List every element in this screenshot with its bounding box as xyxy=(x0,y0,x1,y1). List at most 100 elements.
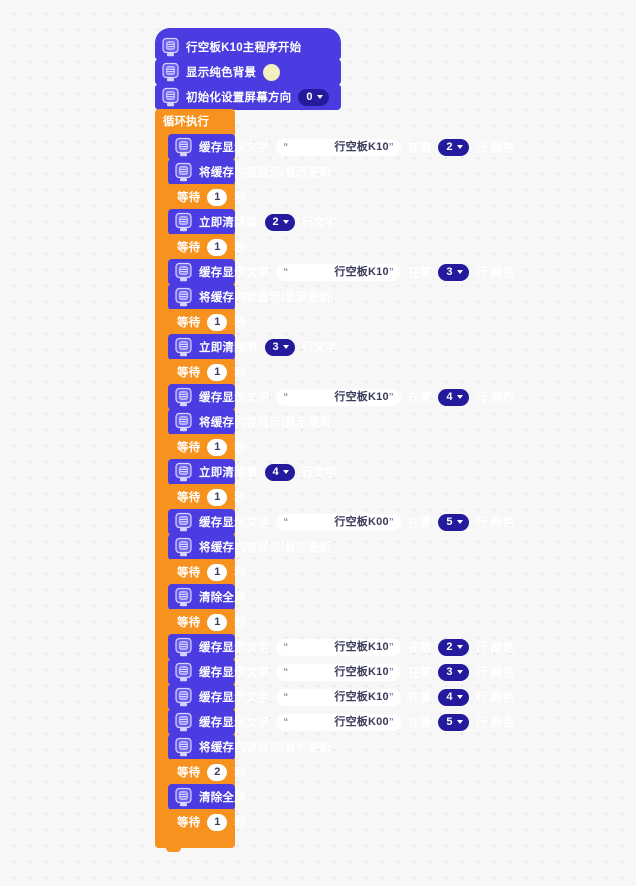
seconds-input[interactable]: 1 xyxy=(207,188,228,206)
block-refresh-display[interactable]: 将缓存内容显示/显示更新 xyxy=(168,284,331,314)
block-cache-display-text[interactable]: 缓存显示文字 “ 行空板K10” 在第 2 行 颜色 xyxy=(168,634,514,664)
line-number-dropdown[interactable]: 2 xyxy=(438,638,469,656)
loop-header[interactable]: 循环执行 xyxy=(155,109,251,137)
dropdown-value: 5 xyxy=(446,515,453,528)
block-label: 缓存显示文字 xyxy=(199,267,270,279)
block-label: 等待 xyxy=(177,817,201,829)
line-number-dropdown[interactable]: 3 xyxy=(264,338,295,356)
block-wait-seconds[interactable]: 等待 1 秒 xyxy=(168,234,246,264)
block-cache-display-text[interactable]: 缓存显示文字 “ 行空板K00” 在第 5 行 颜色 xyxy=(168,709,514,739)
block-clear-line[interactable]: 立即清除第 2 行文字 xyxy=(168,209,337,239)
close-quote: ” xyxy=(388,141,394,153)
block-refresh-display[interactable]: 将缓存内容显示/显示更新 xyxy=(168,409,331,439)
block-show-solid-background[interactable]: 显示纯色背景 xyxy=(155,59,341,89)
open-quote: “ xyxy=(283,666,289,678)
block-refresh-display[interactable]: 将缓存内容显示/显示更新 xyxy=(168,534,331,564)
board-k10-icon xyxy=(175,687,192,706)
seconds-input[interactable]: 1 xyxy=(207,488,228,506)
block-label: 等待 xyxy=(177,242,201,254)
dropdown-value: 3 xyxy=(272,340,279,353)
board-k10-icon xyxy=(175,412,192,431)
chevron-down-icon xyxy=(282,470,289,474)
block-wait-seconds[interactable]: 等待 1 秒 xyxy=(168,609,246,639)
line-number-dropdown[interactable]: 4 xyxy=(438,688,469,706)
block-cache-display-text[interactable]: 缓存显示文字 “ 行空板K10” 在第 4 行 颜色 xyxy=(168,684,514,714)
text-input[interactable]: “ 行空板K10” xyxy=(276,663,401,681)
block-label: 缓存显示文字 xyxy=(199,717,270,729)
board-k10-icon xyxy=(175,712,192,731)
board-k10-icon xyxy=(175,162,192,181)
text-input[interactable]: “ 行空板K10” xyxy=(276,388,401,406)
line-number-dropdown[interactable]: 4 xyxy=(438,388,469,406)
text-input[interactable]: “ 行空板K00” xyxy=(276,713,401,731)
input-value: 行空板K00 xyxy=(334,515,389,528)
block-init-screen-orientation[interactable]: 初始化设置屏幕方向 0 xyxy=(155,84,341,114)
block-cache-display-text[interactable]: 缓存显示文字 “ 行空板K10” 在第 3 行 颜色 xyxy=(168,259,514,289)
seconds-input[interactable]: 1 xyxy=(207,563,228,581)
block-label-mid: 在第 xyxy=(408,142,432,154)
board-k10-icon xyxy=(175,787,192,806)
line-number-dropdown[interactable]: 5 xyxy=(438,713,469,731)
block-label: 缓存显示文字 xyxy=(199,642,270,654)
block-label: 等待 xyxy=(177,367,201,379)
block-wait-seconds[interactable]: 等待 1 秒 xyxy=(168,559,246,589)
input-value: 行空板K10 xyxy=(334,690,389,703)
text-input[interactable]: “ 行空板K10” xyxy=(276,688,401,706)
seconds-input[interactable]: 1 xyxy=(207,238,228,256)
input-value: 行空板K10 xyxy=(334,265,389,278)
block-clear-fullscreen[interactable]: 清除全屏 xyxy=(168,784,246,814)
block-wait-seconds[interactable]: 等待 1 秒 xyxy=(168,359,246,389)
block-program-start[interactable]: 行空板K10主程序开始 xyxy=(155,28,341,64)
seconds-input[interactable]: 1 xyxy=(207,438,228,456)
block-wait-seconds[interactable]: 等待 2 秒 xyxy=(168,759,246,789)
seconds-input[interactable]: 1 xyxy=(207,363,228,381)
board-k10-icon xyxy=(175,737,192,756)
block-label: 将缓存内容显示/显示更新 xyxy=(199,292,332,304)
block-cache-display-text[interactable]: 缓存显示文字 “ 行空板K10” 在第 3 行 颜色 xyxy=(168,659,514,689)
block-cache-display-text[interactable]: 缓存显示文字 “ 行空板K00” 在第 5 行 颜色 xyxy=(168,509,514,539)
seconds-input[interactable]: 2 xyxy=(207,763,228,781)
block-forever-loop[interactable]: 循环执行 缓存显示文字 “行空板K10” 在第 2 行 颜色 将缓存内容显示/显示更新等… xyxy=(155,109,514,852)
block-cache-display-text[interactable]: 缓存显示文字 “ 行空板K10” 在第 4 行 颜色 xyxy=(168,384,514,414)
block-label-suffix: 秒 xyxy=(234,367,247,379)
block-cache-display-text[interactable]: 缓存显示文字 “ 行空板K10” 在第 2 行 颜色 xyxy=(168,134,514,164)
block-wait-seconds[interactable]: 等待 1 秒 xyxy=(168,809,246,839)
block-clear-fullscreen[interactable]: 清除全屏 xyxy=(168,584,246,614)
block-wait-seconds[interactable]: 等待 1 秒 xyxy=(168,309,246,339)
block-label: 缓存显示文字 xyxy=(199,517,270,529)
line-number-dropdown[interactable]: 2 xyxy=(264,213,295,231)
color-swatch[interactable] xyxy=(263,63,281,81)
seconds-input[interactable]: 1 xyxy=(207,613,228,631)
dropdown-value: 5 xyxy=(446,715,453,728)
blockly-workspace[interactable]: 行空板K10主程序开始 显示纯色背景 初始化设置屏幕方向 0 循环执行 缓存显示… xyxy=(0,0,636,886)
close-quote: ” xyxy=(388,666,394,678)
block-label-suffix: 秒 xyxy=(234,242,247,254)
orientation-dropdown[interactable]: 0 xyxy=(298,88,329,106)
seconds-input[interactable]: 1 xyxy=(207,313,228,331)
line-number-dropdown[interactable]: 3 xyxy=(438,263,469,281)
chevron-down-icon xyxy=(456,270,463,274)
block-wait-seconds[interactable]: 等待 1 秒 xyxy=(168,484,246,514)
block-refresh-display[interactable]: 将缓存内容显示/显示更新 xyxy=(168,734,331,764)
line-number-dropdown[interactable]: 2 xyxy=(438,138,469,156)
block-clear-line[interactable]: 立即清除第 4 行文字 xyxy=(168,459,337,489)
line-number-dropdown[interactable]: 3 xyxy=(438,663,469,681)
chevron-down-icon xyxy=(456,520,463,524)
text-input[interactable]: “ 行空板K00” xyxy=(276,513,401,531)
dropdown-value: 4 xyxy=(446,690,453,703)
seconds-input[interactable]: 1 xyxy=(207,813,228,831)
block-label: 等待 xyxy=(177,767,201,779)
line-number-dropdown[interactable]: 5 xyxy=(438,513,469,531)
block-label-suffix: 行文字 xyxy=(301,342,337,354)
block-clear-line[interactable]: 立即清除第 3 行文字 xyxy=(168,334,337,364)
block-refresh-display[interactable]: 将缓存内容显示/显示更新 xyxy=(168,159,331,189)
board-k10-icon xyxy=(175,587,192,606)
block-label-suffix: 行 颜色 xyxy=(475,517,515,529)
line-number-dropdown[interactable]: 4 xyxy=(264,463,295,481)
text-input[interactable]: “ 行空板K10” xyxy=(276,263,401,281)
text-input[interactable]: “ 行空板K10” xyxy=(276,138,401,156)
block-wait-seconds[interactable]: 等待 1 秒 xyxy=(168,434,246,464)
text-input[interactable]: “ 行空板K10” xyxy=(276,638,401,656)
block-wait-seconds[interactable]: 等待 1 秒 xyxy=(168,184,246,214)
block-label-suffix: 秒 xyxy=(234,192,247,204)
